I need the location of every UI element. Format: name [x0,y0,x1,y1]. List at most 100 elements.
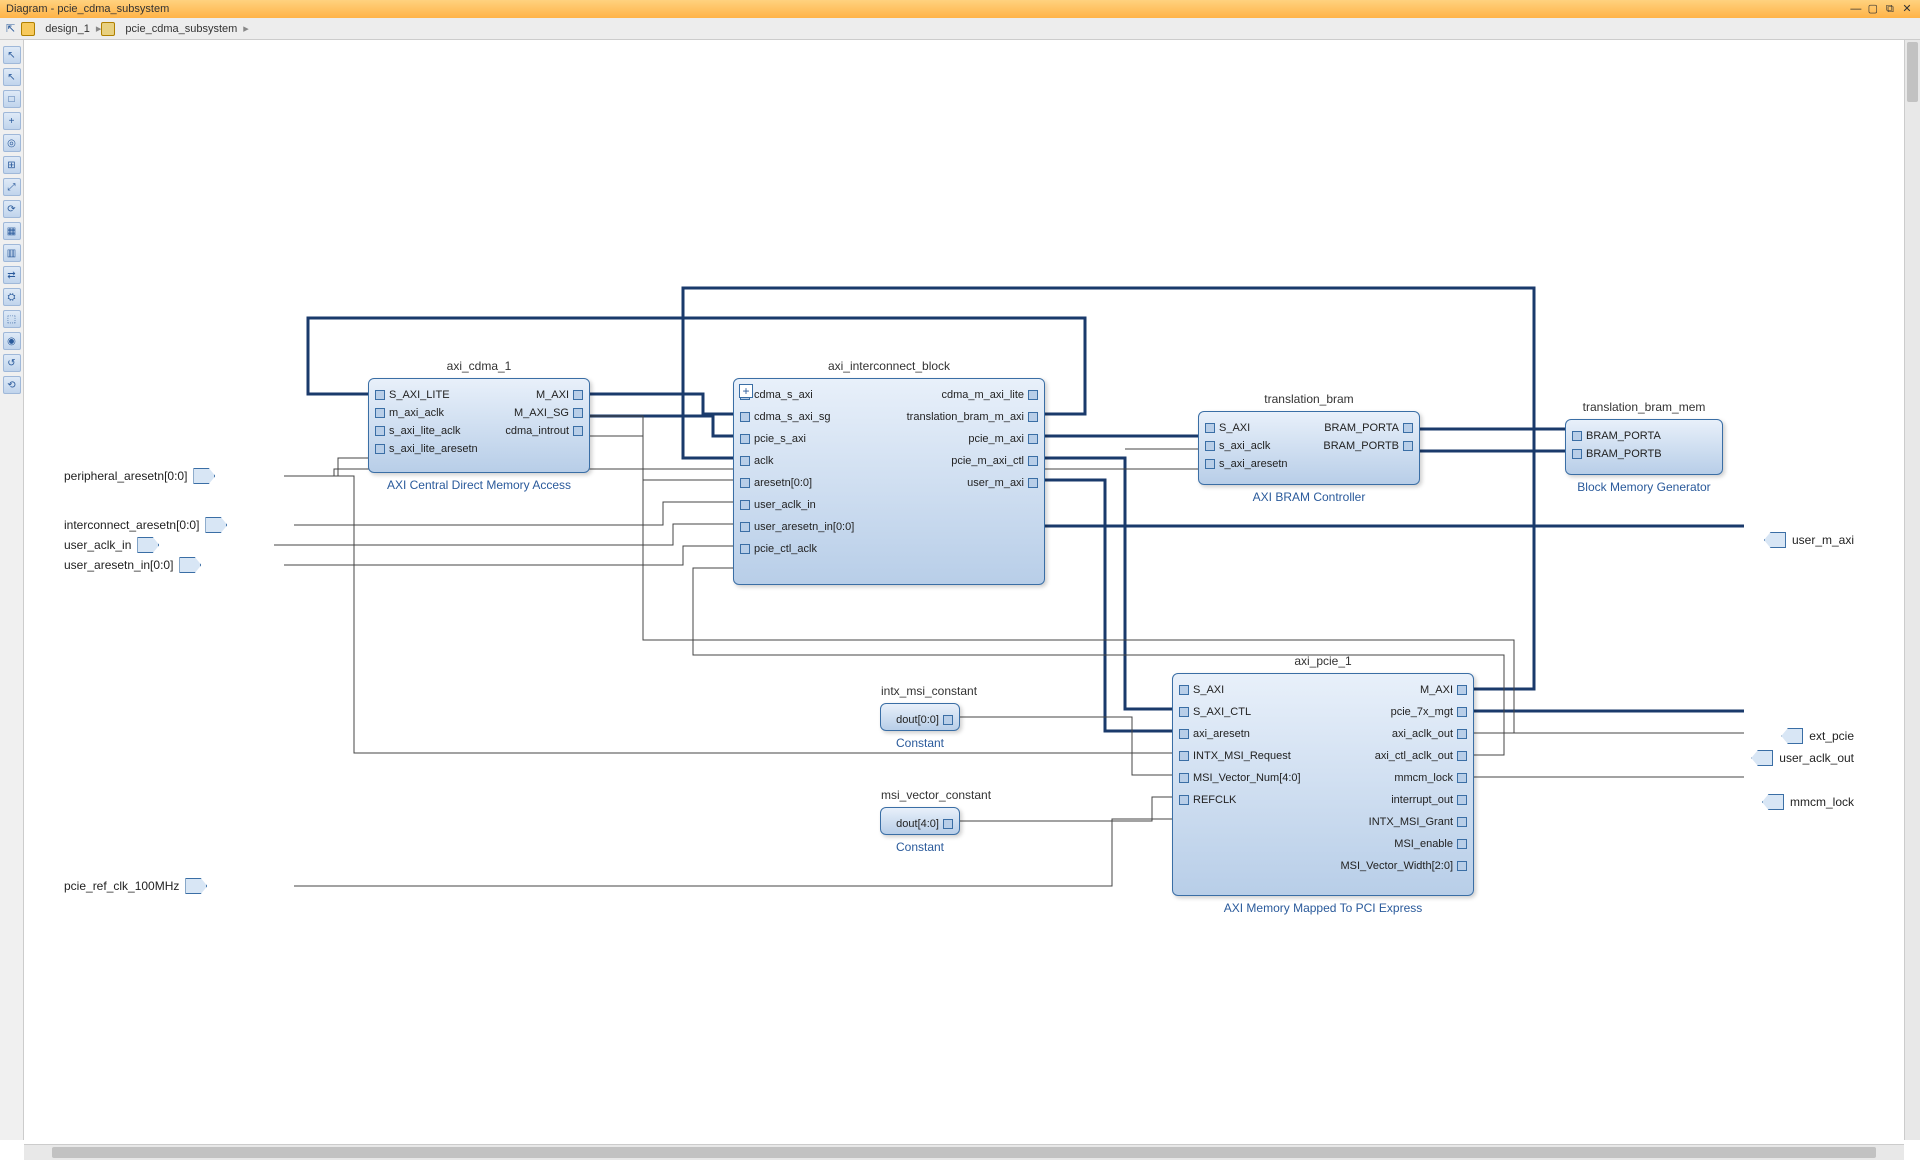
port-s-axi-lite[interactable]: S_AXI_LITE [375,389,450,401]
port-axi-aresetn[interactable]: axi_aresetn [1179,728,1250,740]
port-msi-vector-width-2-0-[interactable]: MSI_Vector_Width[2:0] [1341,860,1468,872]
port-msi-vector-num-4-0-[interactable]: MSI_Vector_Num[4:0] [1179,772,1301,784]
pin-icon [375,408,385,418]
toolbar-button-6[interactable]: ⤢ [3,178,21,196]
port-mmcm-lock[interactable]: mmcm_lock [1394,772,1467,784]
scrollbar-thumb[interactable] [1907,42,1918,102]
block-msiv[interactable]: msi_vector_constantConstantdout[4:0] [880,807,960,835]
port-pcie-m-axi[interactable]: pcie_m_axi [968,433,1038,445]
port-m-axi[interactable]: M_AXI [536,389,583,401]
left-toolbar: ↖ ↖ □ + ◎ ⊞ ⤢ ⟳ ▦ ▥ ⇄ ⛭ ⬚ ◉ ↺ ⟲ [0,40,24,1140]
toolbar-button-2[interactable]: □ [3,90,21,108]
port-dout-0-0-[interactable]: dout[0:0] [896,714,953,726]
expand-icon[interactable]: + [739,384,753,398]
pin-icon [1179,707,1189,717]
ext-port-user-aclk-in[interactable]: user_aclk_in [64,537,165,553]
port-cdma-m-axi-lite[interactable]: cdma_m_axi_lite [941,389,1038,401]
pin-icon [1205,459,1215,469]
diagram-canvas[interactable]: axi_cdma_1AXI Central Direct Memory Acce… [24,40,1920,1140]
breadcrumb-child[interactable]: pcie_cdma_subsystem [119,23,243,35]
block-axi_cdma[interactable]: axi_cdma_1AXI Central Direct Memory Acce… [368,378,590,473]
port-pcie-m-axi-ctl[interactable]: pcie_m_axi_ctl [951,455,1038,467]
port-intx-msi-request[interactable]: INTX_MSI_Request [1179,750,1291,762]
port-m-axi-sg[interactable]: M_AXI_SG [514,407,583,419]
ext-port-interconnect-aresetn-0-0-[interactable]: interconnect_aresetn[0:0] [64,517,233,533]
port-aclk[interactable]: aclk [740,455,774,467]
block-tbram[interactable]: translation_bramAXI BRAM ControllerS_AXI… [1198,411,1420,485]
port-cdma-introut[interactable]: cdma_introut [505,425,583,437]
port-dout-4-0-[interactable]: dout[4:0] [896,818,953,830]
scrollbar-thumb[interactable] [52,1147,1876,1158]
port-s-axi[interactable]: S_AXI [1205,422,1250,434]
toolbar-button-4[interactable]: ◎ [3,134,21,152]
port-pcie-s-axi[interactable]: pcie_s_axi [740,433,806,445]
port-intx-msi-grant[interactable]: INTX_MSI_Grant [1369,816,1467,828]
port-aresetn-0-0-[interactable]: aresetn[0:0] [740,477,812,489]
block-tbram_mem[interactable]: translation_bram_memBlock Memory Generat… [1565,419,1723,475]
ext-port-user-aclk-out[interactable]: user_aclk_out [1745,750,1854,766]
toolbar-button-7[interactable]: ⟳ [3,200,21,218]
toolbar-button-11[interactable]: ⛭ [3,288,21,306]
pin-icon [740,478,750,488]
maximize-icon[interactable]: ▢ [1866,0,1880,18]
ext-port-mmcm-lock[interactable]: mmcm_lock [1756,794,1854,810]
port-user-m-axi[interactable]: user_m_axi [967,477,1038,489]
port-s-axi-ctl[interactable]: S_AXI_CTL [1179,706,1251,718]
toolbar-button-5[interactable]: ⊞ [3,156,21,174]
toolbar-button-12[interactable]: ⬚ [3,310,21,328]
close-icon[interactable]: ✕ [1900,0,1914,18]
ext-port-user-m-axi[interactable]: user_m_axi [1758,532,1854,548]
toolbar-button-13[interactable]: ◉ [3,332,21,350]
port-axi-aclk-out[interactable]: axi_aclk_out [1392,728,1467,740]
port-translation-bram-m-axi[interactable]: translation_bram_m_axi [907,411,1038,423]
toolbar-button-3[interactable]: + [3,112,21,130]
ext-port-peripheral-aresetn-0-0-[interactable]: peripheral_aresetn[0:0] [64,468,221,484]
pin-icon [1179,751,1189,761]
ext-port-pcie-ref-clk-100mhz[interactable]: pcie_ref_clk_100MHz [64,878,213,894]
block-pcie[interactable]: axi_pcie_1AXI Memory Mapped To PCI Expre… [1172,673,1474,896]
pin-icon [740,500,750,510]
pin-icon [375,426,385,436]
block-intx[interactable]: intx_msi_constantConstantdout[0:0] [880,703,960,731]
port-bram-portb[interactable]: BRAM_PORTB [1572,448,1662,460]
pin-icon [1179,729,1189,739]
block-axi_ic[interactable]: axi_interconnect_blockcdma_s_axicdma_s_a… [733,378,1045,585]
toolbar-button-9[interactable]: ▥ [3,244,21,262]
port-msi-enable[interactable]: MSI_enable [1394,838,1467,850]
toolbar-button-1[interactable]: ↖ [3,68,21,86]
toolbar-button-15[interactable]: ⟲ [3,376,21,394]
toolbar-button-10[interactable]: ⇄ [3,266,21,284]
toolbar-button-0[interactable]: ↖ [3,46,21,64]
port-user-aresetn-in-0-0-[interactable]: user_aresetn_in[0:0] [740,521,854,533]
port-s-axi-aclk[interactable]: s_axi_aclk [1205,440,1270,452]
window-controls: — ▢ ⧉ ✕ [1849,0,1914,18]
port-bram-porta[interactable]: BRAM_PORTA [1324,422,1413,434]
port-s-axi[interactable]: S_AXI [1179,684,1224,696]
port-m-axi-aclk[interactable]: m_axi_aclk [375,407,444,419]
toolbar-button-8[interactable]: ▦ [3,222,21,240]
vertical-scrollbar[interactable] [1904,40,1920,1140]
block-title: axi_cdma_1 [369,359,589,373]
port-pcie-ctl-aclk[interactable]: pcie_ctl_aclk [740,543,817,555]
port-cdma-s-axi-sg[interactable]: cdma_s_axi_sg [740,411,830,423]
port-pcie-7x-mgt[interactable]: pcie_7x_mgt [1391,706,1467,718]
restore-icon[interactable]: ⧉ [1883,0,1897,18]
breadcrumb-up-icon[interactable]: ⇱ [6,22,15,35]
port-interrupt-out[interactable]: interrupt_out [1391,794,1467,806]
pin-icon [740,522,750,532]
port-axi-ctl-aclk-out[interactable]: axi_ctl_aclk_out [1375,750,1467,762]
port-s-axi-aresetn[interactable]: s_axi_aresetn [1205,458,1288,470]
ext-port-ext-pcie[interactable]: ext_pcie [1775,728,1854,744]
port-bram-porta[interactable]: BRAM_PORTA [1572,430,1661,442]
port-s-axi-lite-aresetn[interactable]: s_axi_lite_aresetn [375,443,478,455]
port-refclk[interactable]: REFCLK [1179,794,1236,806]
toolbar-button-14[interactable]: ↺ [3,354,21,372]
port-s-axi-lite-aclk[interactable]: s_axi_lite_aclk [375,425,461,437]
breadcrumb-root[interactable]: design_1 [39,23,96,35]
minimize-icon[interactable]: — [1849,0,1863,18]
port-bram-portb[interactable]: BRAM_PORTB [1323,440,1413,452]
port-m-axi[interactable]: M_AXI [1420,684,1467,696]
horizontal-scrollbar[interactable] [24,1144,1904,1160]
ext-port-user-aresetn-in-0-0-[interactable]: user_aresetn_in[0:0] [64,557,207,573]
port-user-aclk-in[interactable]: user_aclk_in [740,499,816,511]
